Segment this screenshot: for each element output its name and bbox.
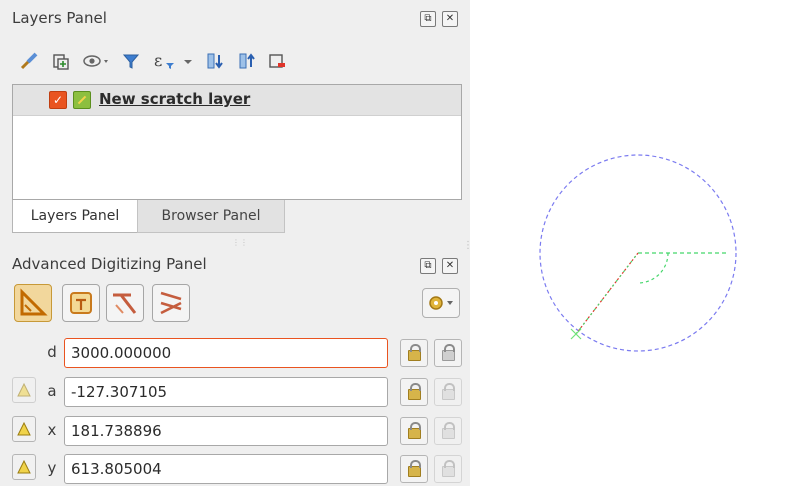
construction-icon[interactable]: [62, 284, 100, 322]
distance-lock-button[interactable]: [400, 339, 428, 367]
collapse-all-icon[interactable]: [236, 50, 258, 72]
angle-lock-button[interactable]: [400, 378, 428, 406]
dropdown-arrow-icon[interactable]: [180, 50, 196, 72]
tab-browser-panel[interactable]: Browser Panel: [137, 200, 285, 233]
eye-dropdown-icon[interactable]: [82, 50, 112, 72]
canvas-drawing: [539, 154, 737, 352]
y-input[interactable]: [64, 454, 388, 484]
close-icon[interactable]: ✕: [442, 11, 458, 27]
adp-title: Advanced Digitizing Panel: [12, 255, 207, 273]
x-relative-button[interactable]: [12, 416, 36, 442]
field-label-a: a: [47, 382, 57, 400]
dock-area: Layers Panel ⧉ ✕ ε ✓ New scratch layer L…: [0, 0, 473, 486]
adp-float-icon[interactable]: ⧉: [420, 258, 436, 274]
angle-arc: [637, 252, 669, 284]
y-lock-button[interactable]: [400, 455, 428, 483]
field-label-d: d: [47, 343, 57, 361]
layer-tree[interactable]: ✓ New scratch layer: [12, 84, 462, 200]
distance-input[interactable]: [64, 338, 388, 368]
svg-text:ε: ε: [154, 51, 162, 70]
field-label-y: y: [47, 459, 57, 477]
splitter-handle[interactable]: ⋮⋮: [232, 238, 248, 247]
map-canvas[interactable]: [470, 0, 792, 486]
x-lock-button[interactable]: [400, 417, 428, 445]
layer-visibility-checkbox[interactable]: ✓: [49, 91, 67, 109]
pencil-edit-icon: [73, 91, 91, 109]
x-input[interactable]: [64, 416, 388, 446]
layers-panel-title: Layers Panel: [12, 9, 107, 27]
cursor-cross: [570, 328, 582, 340]
y-relative-button[interactable]: [12, 454, 36, 480]
add-group-icon[interactable]: [50, 50, 72, 72]
angle-input[interactable]: [64, 377, 388, 407]
cad-ruler-icon[interactable]: [14, 284, 52, 322]
tab-layers-panel[interactable]: Layers Panel: [12, 200, 138, 233]
remove-layer-icon[interactable]: [266, 50, 288, 72]
style-brush-icon[interactable]: [18, 50, 40, 72]
angle-repeat-lock-button[interactable]: [434, 378, 462, 406]
layer-row[interactable]: ✓ New scratch layer: [13, 85, 461, 116]
expression-filter-icon[interactable]: ε: [152, 50, 178, 72]
parallel-icon[interactable]: [106, 284, 144, 322]
x-repeat-lock-button[interactable]: [434, 417, 462, 445]
perpendicular-icon[interactable]: [152, 284, 190, 322]
y-repeat-lock-button[interactable]: [434, 455, 462, 483]
adp-close-icon[interactable]: ✕: [442, 258, 458, 274]
layer-name[interactable]: New scratch layer: [99, 90, 250, 108]
digitized-line-guide: [575, 252, 639, 335]
digitized-line: [575, 252, 639, 335]
float-icon[interactable]: ⧉: [420, 11, 436, 27]
angle-relative-button[interactable]: [12, 377, 36, 403]
distance-repeat-lock-button[interactable]: [434, 339, 462, 367]
filter-icon[interactable]: [120, 50, 142, 72]
expand-all-icon[interactable]: [204, 50, 226, 72]
field-label-x: x: [47, 421, 57, 439]
settings-gear-icon[interactable]: [422, 288, 460, 318]
